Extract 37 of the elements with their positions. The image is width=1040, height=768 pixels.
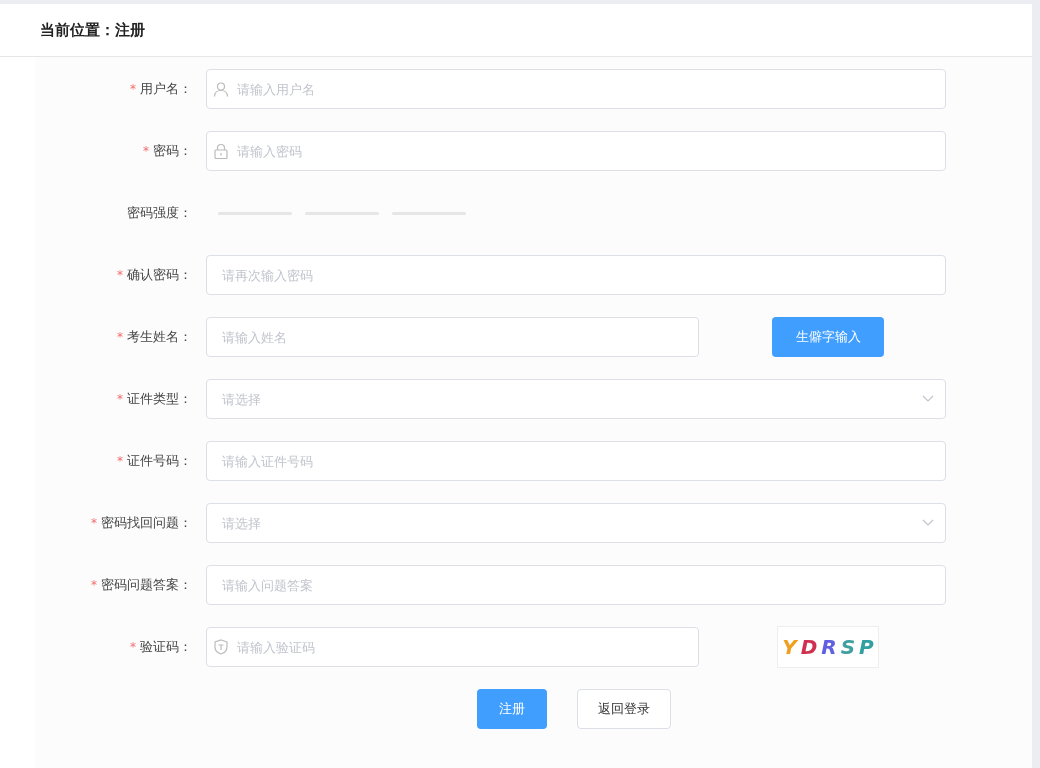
required-mark: * bbox=[130, 640, 136, 654]
input-field[interactable]: 请再次输入密码 bbox=[206, 255, 946, 295]
field-label: 验证码： bbox=[140, 638, 192, 656]
required-mark: * bbox=[117, 330, 123, 344]
shield-icon bbox=[213, 639, 229, 655]
field-label: 密码找回问题： bbox=[101, 514, 192, 532]
required-mark: * bbox=[117, 454, 123, 468]
field-label: 密码： bbox=[153, 142, 192, 160]
required-mark: * bbox=[91, 516, 97, 530]
back-to-login-button[interactable]: 返回登录 bbox=[577, 689, 671, 729]
rare-character-button[interactable]: 生僻字输入 bbox=[772, 317, 884, 357]
input-field[interactable]: 请输入用户名 bbox=[206, 69, 946, 109]
required-mark: * bbox=[117, 268, 123, 282]
input-field[interactable]: 请输入姓名 bbox=[206, 317, 699, 357]
field-label: 考生姓名： bbox=[127, 328, 192, 346]
required-mark: * bbox=[117, 392, 123, 406]
user-icon bbox=[213, 81, 229, 97]
chevron-down-icon bbox=[922, 519, 934, 527]
required-mark: * bbox=[143, 144, 149, 158]
field-label: 证件号码： bbox=[127, 452, 192, 470]
input-field[interactable]: 请输入问题答案 bbox=[206, 565, 946, 605]
field-label: 密码问题答案： bbox=[101, 576, 192, 594]
input-field[interactable]: 请输入证件号码 bbox=[206, 441, 946, 481]
required-mark: * bbox=[91, 578, 97, 592]
field-label: 证件类型： bbox=[127, 390, 192, 408]
input-field[interactable]: 请输入密码 bbox=[206, 131, 946, 171]
field-label: 用户名： bbox=[140, 80, 192, 98]
chevron-down-icon bbox=[922, 395, 934, 403]
select-field[interactable]: 请选择 bbox=[206, 503, 946, 543]
input-field[interactable]: 请输入验证码 bbox=[206, 627, 699, 667]
breadcrumb: 当前位置：注册 bbox=[40, 20, 145, 40]
lock-icon bbox=[213, 143, 229, 159]
select-field[interactable]: 请选择 bbox=[206, 379, 946, 419]
field-label: 密码强度： bbox=[127, 204, 192, 222]
required-mark: * bbox=[130, 82, 136, 96]
field-label: 确认密码： bbox=[127, 266, 192, 284]
register-button[interactable]: 注册 bbox=[477, 689, 547, 729]
